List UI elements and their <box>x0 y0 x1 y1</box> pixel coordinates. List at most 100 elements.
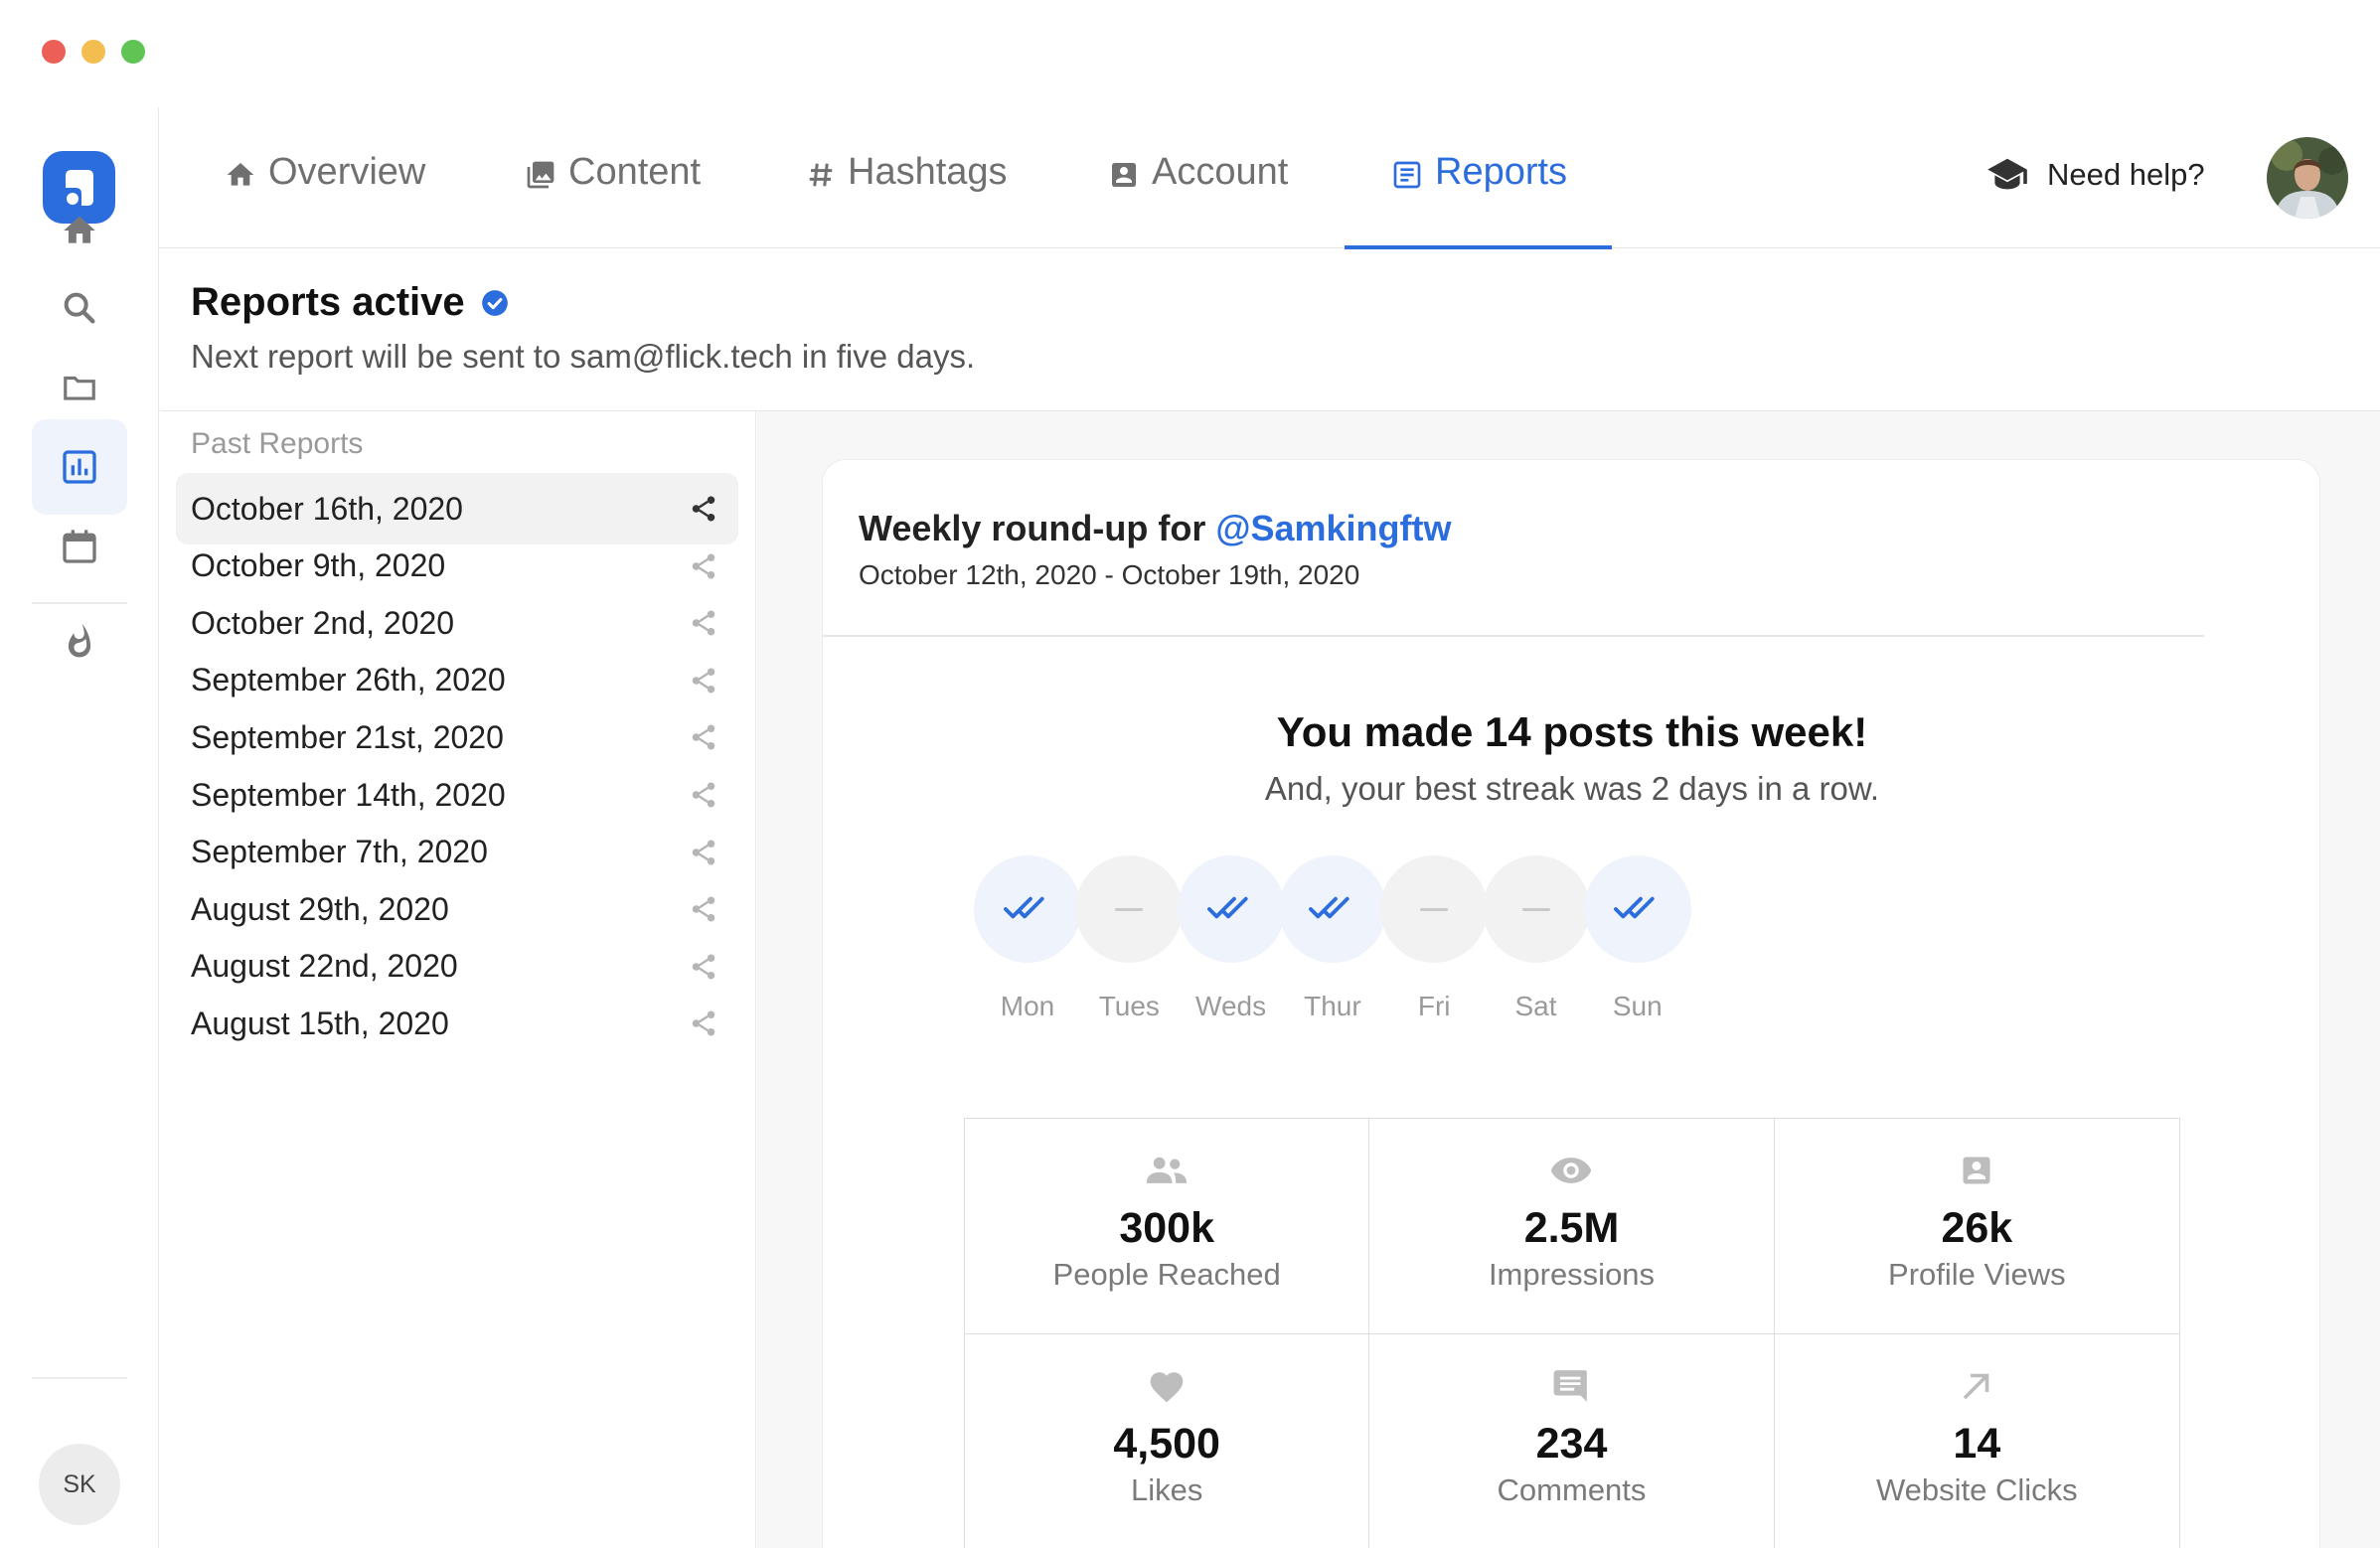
verified-check-icon <box>481 289 508 316</box>
past-report-date: August 15th, 2020 <box>191 1005 449 1041</box>
folder-icon <box>64 376 95 400</box>
comment-icon <box>1554 1370 1588 1402</box>
report-title-prefix: Weekly round-up for <box>859 508 1206 548</box>
weekday-sun: Sun <box>1583 855 1691 1022</box>
close-window-button[interactable] <box>42 40 66 64</box>
help-button[interactable]: Need help? <box>1985 157 2205 193</box>
dash-icon <box>1115 907 1144 911</box>
past-report-date: September 26th, 2020 <box>191 662 506 698</box>
share-icon <box>692 1010 715 1036</box>
past-report-item[interactable]: August 15th, 2020 <box>176 988 738 1059</box>
weekday-mon: Mon <box>974 855 1081 1022</box>
account-handle-link[interactable]: @Samkingftw <box>1215 508 1451 548</box>
tab-account[interactable]: Account <box>1108 151 1288 248</box>
weekday-sat: Sat <box>1482 855 1590 1022</box>
share-report-button[interactable] <box>689 838 718 867</box>
tab-hashtags[interactable]: Hashtags <box>806 151 1008 248</box>
tab-label: Content <box>568 151 702 193</box>
past-report-date: September 14th, 2020 <box>191 776 506 813</box>
share-report-button[interactable] <box>689 1008 718 1038</box>
maximize-window-button[interactable] <box>121 40 145 64</box>
share-report-button[interactable] <box>689 780 718 810</box>
posts-headline: You made 14 posts this week! <box>1276 708 1868 755</box>
missed-day-indicator <box>1075 855 1184 963</box>
tab-label: Account <box>1152 151 1289 193</box>
reports-header: Reports active Next report will be sent … <box>160 248 2380 411</box>
posted-day-indicator <box>974 855 1081 963</box>
search-icon <box>64 292 95 324</box>
tab-reports[interactable]: Reports <box>1391 151 1567 248</box>
weekday-fri: Fri <box>1380 855 1489 1022</box>
report-title: Weekly round-up for @Samkingftw <box>859 508 1452 549</box>
tab-content[interactable]: Content <box>525 151 701 248</box>
report-card: Weekly round-up for @Samkingftw October … <box>822 459 2320 1548</box>
share-report-button[interactable] <box>689 494 718 524</box>
past-reports-panel: Past Reports October 16th, 2020 October … <box>160 411 756 1548</box>
share-icon <box>692 954 715 980</box>
calendar-icon <box>63 530 96 563</box>
share-icon <box>692 896 715 922</box>
stat-label: Comments <box>1497 1472 1647 1507</box>
double-check-icon <box>1004 896 1044 919</box>
weekday-weds: Weds <box>1177 855 1285 1022</box>
past-report-date: August 22nd, 2020 <box>191 948 458 985</box>
stat-label: Likes <box>1130 1472 1203 1507</box>
stat-profile-views: 26k Profile Views <box>1774 1119 2179 1334</box>
eye-icon <box>1551 1158 1592 1183</box>
past-reports-title: Past Reports <box>191 427 364 460</box>
share-icon <box>692 724 715 750</box>
posted-day-indicator <box>1177 855 1285 963</box>
dash-icon <box>1420 907 1449 911</box>
home-icon <box>227 163 254 186</box>
bar-chart-icon <box>63 450 96 484</box>
minimize-window-button[interactable] <box>81 40 105 64</box>
sidebar-divider-bottom <box>32 1377 127 1379</box>
weekday-label: Mon <box>1000 991 1055 1021</box>
page-title-text: Reports active <box>191 280 465 324</box>
user-photo <box>2267 137 2348 219</box>
share-report-button[interactable] <box>689 952 718 982</box>
weekday-thur: Thur <box>1278 855 1386 1022</box>
report-date-range: October 12th, 2020 - October 19th, 2020 <box>859 559 1360 590</box>
weekday-label: Sat <box>1514 991 1557 1021</box>
stats-grid: 300k People Reached 2.5M Impressions 26k… <box>964 1118 2180 1548</box>
tab-overview[interactable]: Overview <box>225 151 425 248</box>
account-box-icon <box>1112 163 1136 187</box>
share-report-button[interactable] <box>689 608 718 638</box>
user-initials-avatar[interactable]: SK <box>39 1444 120 1525</box>
home-icon <box>64 216 95 243</box>
share-icon <box>692 496 715 522</box>
past-report-date: August 29th, 2020 <box>191 890 449 927</box>
share-report-button[interactable] <box>689 894 718 924</box>
posted-day-indicator <box>1278 855 1386 963</box>
stat-value: 14 <box>1953 1420 2001 1468</box>
weekday-label: Thur <box>1304 991 1361 1021</box>
sidebar: SK <box>0 107 159 1548</box>
weekday-label: Sun <box>1612 991 1663 1021</box>
share-report-button[interactable] <box>689 722 718 752</box>
share-icon <box>692 553 715 579</box>
share-report-button[interactable] <box>689 666 718 696</box>
next-report-notice: Next report will be sent to sam@flick.te… <box>191 338 976 375</box>
tab-label: Reports <box>1435 151 1568 193</box>
past-report-date: October 2nd, 2020 <box>191 604 455 641</box>
graduation-cap-icon <box>1987 158 2027 190</box>
people-icon <box>1146 1157 1188 1183</box>
stat-value: 4,500 <box>1113 1420 1220 1468</box>
stat-value: 300k <box>1119 1204 1214 1252</box>
share-report-button[interactable] <box>689 551 718 581</box>
share-icon <box>692 610 715 636</box>
sidebar-item-trending[interactable] <box>32 592 127 688</box>
weekday-tues: Tues <box>1075 855 1184 1022</box>
double-check-icon <box>1613 896 1655 919</box>
flame-icon <box>68 623 91 658</box>
stat-label: Impressions <box>1488 1257 1656 1292</box>
user-avatar[interactable] <box>2267 137 2348 219</box>
missed-day-indicator <box>1482 855 1590 963</box>
share-icon <box>692 840 715 865</box>
stat-comments: 234 Comments <box>1369 1334 1775 1548</box>
stat-value: 26k <box>1941 1204 2013 1252</box>
sidebar-item-calendar[interactable] <box>32 499 127 594</box>
double-check-icon <box>1206 896 1248 919</box>
stat-value: 234 <box>1535 1420 1608 1468</box>
